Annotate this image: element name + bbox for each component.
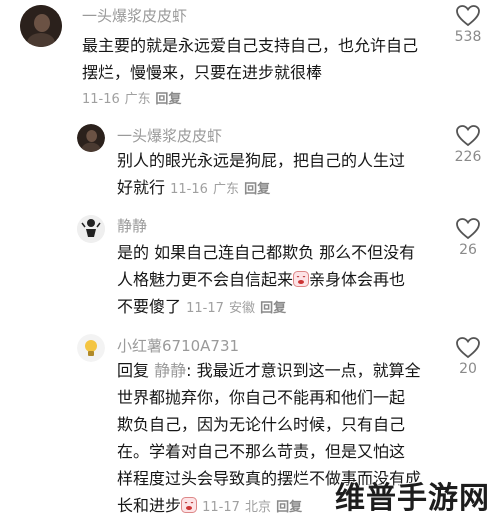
user-avatar[interactable] <box>77 334 105 362</box>
comment-text: 最主要的就是永远爱自己支持自己，也允许自己 摆烂，慢慢来，只要在进步就很棒 <box>82 36 419 82</box>
like-button[interactable]: 538 <box>448 5 488 45</box>
comment-location: 北京 <box>244 500 271 515</box>
like-button[interactable]: 226 <box>448 125 488 165</box>
reply-target-user[interactable]: 静静 <box>154 361 186 380</box>
like-button[interactable]: 26 <box>448 218 488 258</box>
reply-button[interactable]: 回复 <box>260 301 286 316</box>
comment-location: 广东 <box>124 92 151 107</box>
comment-date: 11-16 <box>82 92 120 107</box>
like-count: 226 <box>454 149 482 165</box>
crying-face-emoji-icon <box>181 494 198 513</box>
like-count: 26 <box>459 242 477 258</box>
site-watermark: 维普手游网 <box>335 481 490 516</box>
comment-date: 11-17 <box>186 301 224 316</box>
crying-face-emoji-icon <box>293 268 310 287</box>
comment-location: 广东 <box>212 182 239 197</box>
username[interactable]: 一头爆浆皮皮虾 <box>117 125 222 146</box>
comment-text: 是的 如果自己连自己都欺负 那么不但没有 人格魅力更不会自信起来 亲身体会再也 不… <box>117 243 416 316</box>
comment-date: 11-17 <box>202 500 240 515</box>
user-avatar[interactable] <box>77 215 105 243</box>
user-avatar[interactable] <box>77 124 105 152</box>
comment-date: 11-16 <box>170 182 208 197</box>
comment-text: 别人的眼光永远是狗屁，把自己的人生过 好就行 11-16 广东 回复 <box>117 151 406 197</box>
heart-icon <box>456 337 480 359</box>
comment-location: 安徽 <box>228 301 255 316</box>
username[interactable]: 一头爆浆皮皮虾 <box>82 5 187 26</box>
like-count: 20 <box>459 361 477 377</box>
like-count: 538 <box>454 29 482 45</box>
heart-icon <box>456 218 480 240</box>
heart-icon <box>456 125 480 147</box>
username[interactable]: 小红薯6710A731 <box>117 335 239 356</box>
reply-button[interactable]: 回复 <box>155 92 181 107</box>
reply-button[interactable]: 回复 <box>276 500 302 515</box>
username[interactable]: 静静 <box>117 215 147 236</box>
heart-icon <box>456 5 480 27</box>
user-avatar[interactable] <box>20 5 62 47</box>
reply-button[interactable]: 回复 <box>244 182 270 197</box>
comment-meta: 11-16 广东 回复 <box>82 88 181 107</box>
like-button[interactable]: 20 <box>448 337 488 377</box>
